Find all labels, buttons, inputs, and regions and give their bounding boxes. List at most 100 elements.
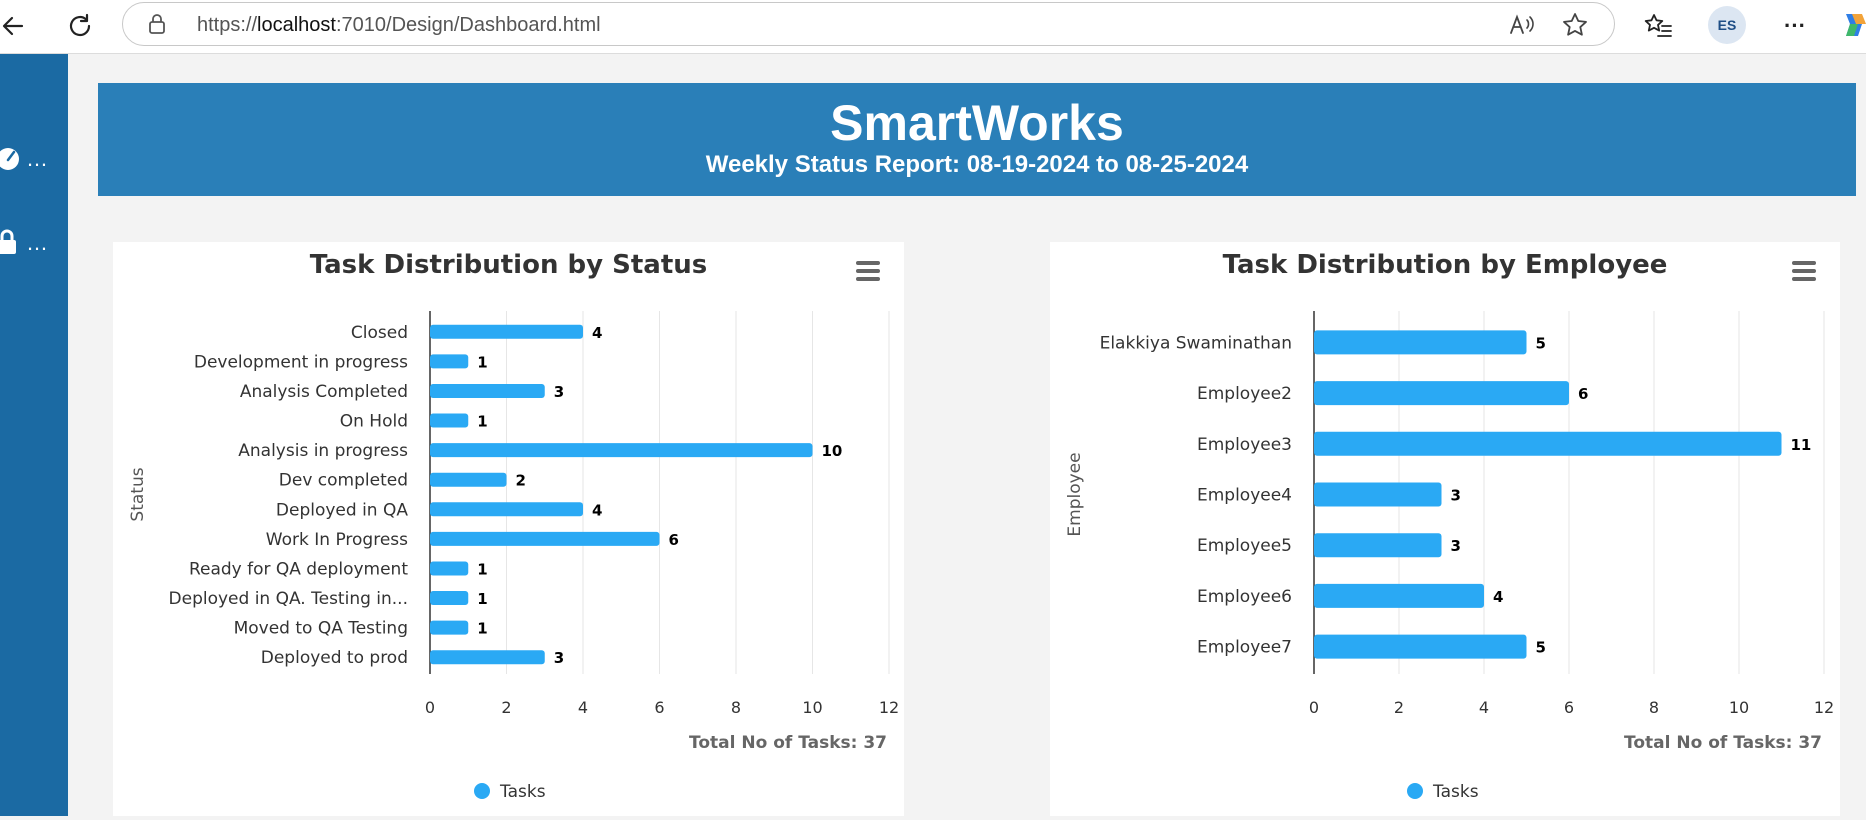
bar — [1314, 431, 1782, 456]
back-arrow-icon[interactable] — [0, 7, 32, 45]
bar — [1314, 583, 1484, 608]
category-label: Analysis in progress — [238, 441, 408, 461]
x-tick-label: 6 — [1564, 698, 1574, 717]
data-label: 4 — [592, 324, 602, 342]
bar — [430, 354, 469, 369]
category-label: Moved to QA Testing — [234, 619, 408, 639]
url-text[interactable]: https://localhost:7010/Design/Dashboard.… — [197, 14, 601, 37]
bar — [430, 413, 469, 428]
data-label: 6 — [669, 531, 679, 549]
copilot-icon[interactable] — [1838, 10, 1866, 40]
category-label: Employee7 — [1197, 638, 1292, 658]
x-tick-label: 10 — [802, 698, 822, 717]
x-tick-label: 10 — [1729, 698, 1749, 717]
category-label: Deployed in QA. Testing in... — [169, 589, 408, 609]
profile-avatar[interactable]: ES — [1708, 6, 1746, 44]
y-axis-title: Employee — [1065, 452, 1085, 536]
x-tick-label: 12 — [1814, 698, 1834, 717]
total-tasks-label: Total No of Tasks: 37 — [1624, 733, 1822, 753]
data-label: 6 — [1578, 385, 1588, 403]
category-label: Employee4 — [1197, 486, 1292, 506]
category-label: Dev completed — [279, 471, 408, 491]
bar — [430, 383, 545, 398]
category-label: On Hold — [340, 412, 408, 432]
legend-marker — [1407, 783, 1423, 799]
category-label: Closed — [351, 323, 408, 343]
chart-title: Task Distribution by Status — [309, 250, 708, 280]
data-label: 3 — [554, 649, 564, 667]
more-options-icon[interactable]: ··· — [1776, 7, 1814, 45]
category-label: Deployed to prod — [261, 648, 408, 668]
data-label: 5 — [1536, 639, 1546, 657]
bar — [430, 502, 583, 517]
favorites-list-icon[interactable] — [1639, 7, 1677, 45]
bar — [430, 472, 507, 487]
status-chart-card: Task Distribution by Status 0 2 4 6 8 10 12 Clo… — [113, 242, 904, 816]
bar — [1314, 482, 1442, 507]
bar — [1314, 533, 1442, 558]
category-label: Elakkiya Swaminathan — [1100, 333, 1292, 353]
data-label: 1 — [477, 620, 487, 638]
employee-bar-chart: 0 2 4 6 8 10 12 Elakkiya Swaminathan 5 Employee2 6… — [1065, 311, 1834, 802]
sidebar-item-dashboard[interactable]: … — [0, 142, 68, 176]
x-tick-label: 6 — [654, 698, 664, 717]
data-label: 10 — [822, 442, 843, 460]
x-tick-label: 2 — [501, 698, 511, 717]
data-label: 3 — [1451, 537, 1461, 555]
x-tick-label: 8 — [1649, 698, 1659, 717]
data-label: 5 — [1536, 334, 1546, 352]
data-label: 3 — [1451, 487, 1461, 505]
sidebar-item-label: … — [26, 146, 50, 171]
bar — [430, 443, 813, 458]
data-label: 4 — [592, 501, 602, 519]
x-tick-label: 4 — [1479, 698, 1489, 717]
employee-chart-card: Task Distribution by Employee 0 2 4 6 8 10 12 E… — [1050, 242, 1840, 816]
read-aloud-icon[interactable] — [1508, 12, 1536, 42]
chart-title: Task Distribution by Employee — [1222, 250, 1668, 280]
x-tick-label: 0 — [1309, 698, 1319, 717]
category-label: Employee3 — [1197, 435, 1292, 455]
report-date-range: Weekly Status Report: 08-19-2024 to 08-2… — [705, 151, 1249, 178]
x-tick-label: 8 — [731, 698, 741, 717]
data-label: 2 — [516, 472, 526, 490]
category-label: Employee6 — [1197, 587, 1292, 607]
total-tasks-label: Total No of Tasks: 37 — [689, 733, 887, 753]
category-label: Ready for QA deployment — [189, 559, 408, 579]
data-label: 1 — [477, 353, 487, 371]
more-options-label: ··· — [1784, 13, 1806, 38]
favorite-star-icon[interactable] — [1561, 11, 1589, 43]
bar — [430, 561, 469, 576]
category-label: Deployed in QA — [276, 500, 408, 520]
address-bar[interactable]: https://localhost:7010/Design/Dashboard.… — [122, 2, 1615, 46]
x-tick-label: 12 — [879, 698, 899, 717]
refresh-icon[interactable] — [61, 7, 99, 45]
x-tick-label: 0 — [425, 698, 435, 717]
bar — [430, 620, 469, 635]
profile-initials: ES — [1717, 17, 1737, 33]
category-label: Employee2 — [1197, 384, 1292, 404]
data-label: 3 — [554, 383, 564, 401]
browser-toolbar: https://localhost:7010/Design/Dashboard.… — [0, 0, 1866, 54]
sidebar-item-security[interactable]: … — [0, 226, 68, 260]
legend-marker — [474, 783, 490, 799]
bar — [430, 324, 583, 339]
data-label: 4 — [1493, 588, 1503, 606]
category-label: Work In Progress — [266, 530, 408, 550]
lock-icon — [0, 229, 16, 254]
y-axis-title: Status — [128, 467, 148, 521]
dashboard-gauge-icon — [0, 148, 19, 170]
site-lock-icon[interactable] — [147, 13, 167, 39]
bar — [430, 650, 545, 665]
data-label: 1 — [477, 413, 487, 431]
x-tick-label: 4 — [578, 698, 588, 717]
category-label: Employee5 — [1197, 536, 1292, 556]
bar — [1314, 381, 1569, 406]
legend-label: Tasks — [1432, 782, 1479, 802]
bar — [430, 531, 660, 546]
data-label: 1 — [477, 590, 487, 608]
chart-menu-icon[interactable] — [1789, 258, 1819, 284]
bar — [430, 591, 469, 606]
report-header-banner: SmartWorks Weekly Status Report: 08-19-2… — [98, 83, 1856, 196]
data-label: 11 — [1791, 436, 1812, 454]
chart-menu-icon[interactable] — [853, 258, 883, 284]
